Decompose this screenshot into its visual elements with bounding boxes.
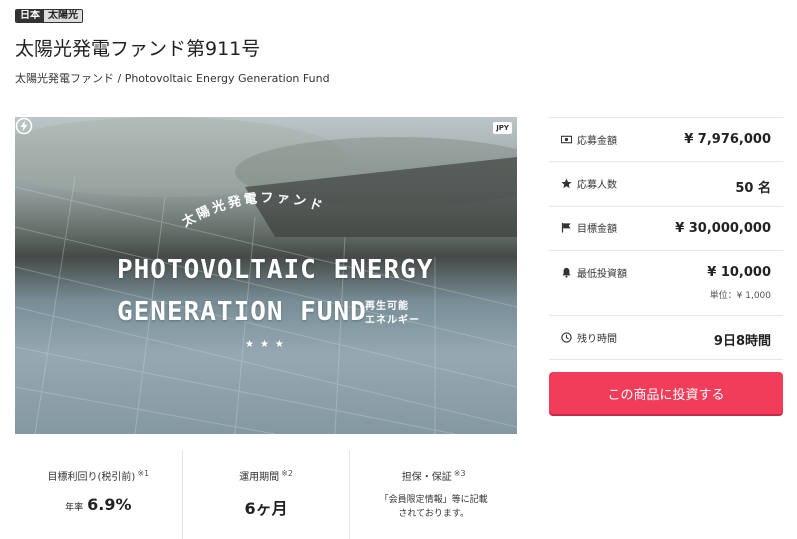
min-investment-value: ¥ 10,000 xyxy=(707,265,771,280)
fund-stats: 目標利回り(税引前) ※1 年率 6.9% 運用期間 ※2 6ヶ月 担保・保証 ※3 「… xyxy=(15,450,517,539)
yield-prefix: 年率 xyxy=(65,503,84,513)
stat-period: 運用期間 ※2 6ヶ月 xyxy=(181,450,350,539)
hero-side-line1: 再生可能 xyxy=(365,301,409,312)
fund-info-panel: 応募金額 ¥ 7,976,000 応募人数 50 名 目標金額 ¥ 30,000… xyxy=(549,117,783,360)
security-text-line1: 「会員限定情報」等に記載 xyxy=(379,495,488,505)
clock-icon xyxy=(561,332,572,343)
hero-heading-line2: GENERATION FUND xyxy=(117,297,367,327)
info-row-applicants: 応募人数 50 名 xyxy=(549,162,783,207)
applied-amount-value: ¥ 7,976,000 xyxy=(684,132,771,147)
min-investment-label: 最低投資額 xyxy=(577,269,627,280)
hero-stars: ★★★ xyxy=(245,339,290,350)
category-tag: 太陽光 xyxy=(44,10,82,22)
flag-icon xyxy=(561,222,571,233)
hero-side-text: 再生可能 エネルギー xyxy=(365,300,420,328)
star-icon xyxy=(561,178,572,189)
min-investment-unit: 単位：¥ 1,000 xyxy=(709,291,771,301)
svg-text:太陽光発電ファンド: 太陽光発電ファンド xyxy=(178,191,326,231)
hero-image: JPY 太陽光発電ファンド PHOTOVOLTAIC ENERGY GENERA… xyxy=(15,117,517,434)
info-row-applied-amount: 応募金額 ¥ 7,976,000 xyxy=(549,118,783,162)
yield-note-mark[interactable]: ※1 xyxy=(137,469,149,478)
time-left-value: 9日8時間 xyxy=(713,334,771,349)
period-value: 6ヶ月 xyxy=(244,499,288,518)
info-row-target-amount: 目標金額 ¥ 30,000,000 xyxy=(549,207,783,251)
applied-amount-label: 応募金額 xyxy=(577,136,617,147)
country-tag: 日本 xyxy=(16,10,44,22)
hero-heading-line1: PHOTOVOLTAIC ENERGY xyxy=(117,255,434,285)
stat-security: 担保・保証 ※3 「会員限定情報」等に記載 されております。 xyxy=(349,450,517,539)
yield-value: 6.9% xyxy=(87,495,132,514)
time-left-label: 残り時間 xyxy=(577,334,617,345)
applicants-value: 50 名 xyxy=(735,181,771,196)
target-amount-label: 目標金額 xyxy=(577,224,617,235)
page-subtitle: 太陽光発電ファンド / Photovoltaic Energy Generati… xyxy=(15,72,330,85)
applicants-label: 応募人数 xyxy=(577,180,617,191)
yield-label: 目標利回り(税引前) xyxy=(47,472,136,483)
target-amount-value: ¥ 30,000,000 xyxy=(675,221,771,236)
info-row-min-investment: 最低投資額 ¥ 10,000 単位：¥ 1,000 xyxy=(549,251,783,316)
security-text: 「会員限定情報」等に記載 されております。 xyxy=(350,493,517,521)
security-label: 担保・保証 xyxy=(401,472,452,483)
category-tags: 日本 太陽光 xyxy=(15,9,83,23)
security-text-line2: されております。 xyxy=(398,509,469,519)
hero-side-line2: エネルギー xyxy=(365,315,420,326)
security-note-mark[interactable]: ※3 xyxy=(454,469,466,478)
money-icon xyxy=(561,135,572,144)
period-note-mark[interactable]: ※2 xyxy=(281,469,293,478)
lightning-icon xyxy=(15,117,33,135)
page-title: 太陽光発電ファンド第911号 xyxy=(15,38,261,60)
period-label: 運用期間 xyxy=(239,472,280,483)
stat-yield: 目標利回り(税引前) ※1 年率 6.9% xyxy=(15,450,182,539)
bell-icon xyxy=(562,267,571,278)
info-row-time-left: 残り時間 9日8時間 xyxy=(549,316,783,360)
invest-button[interactable]: この商品に投資する xyxy=(549,372,783,414)
